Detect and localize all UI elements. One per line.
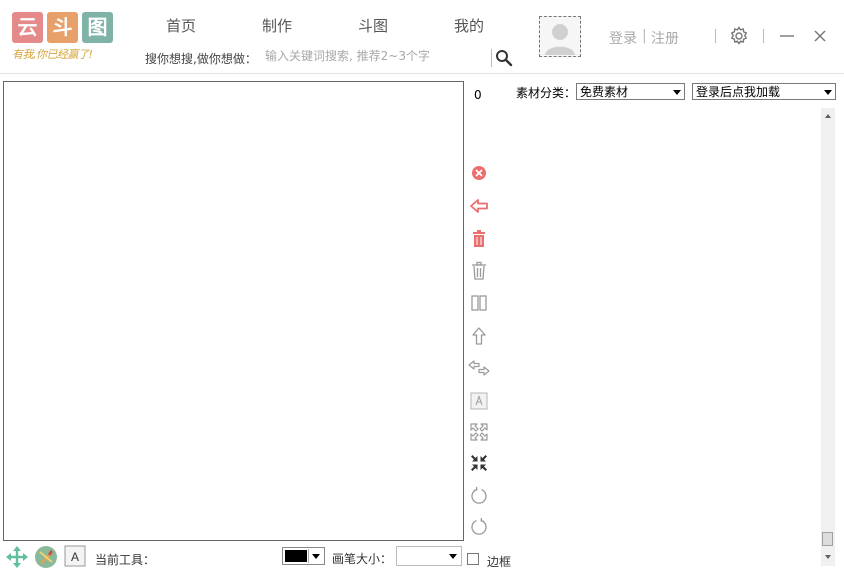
split-button[interactable] bbox=[468, 292, 490, 314]
close-button[interactable] bbox=[812, 28, 828, 44]
delete-selected-button[interactable] bbox=[468, 162, 490, 184]
user-avatar-icon bbox=[545, 24, 575, 55]
text-tool-icon: A bbox=[64, 545, 86, 567]
search-divider bbox=[491, 49, 492, 67]
border-label: 边框 bbox=[487, 555, 512, 569]
nav-doutu[interactable]: 斗图 bbox=[358, 15, 388, 36]
nav-make[interactable]: 制作 bbox=[262, 15, 292, 36]
undo-arrow-icon bbox=[470, 199, 488, 213]
category-select[interactable]: 免费素材 bbox=[576, 83, 685, 100]
logo-char-dou: 斗 bbox=[47, 12, 78, 43]
login-link[interactable]: 登录 bbox=[609, 28, 637, 48]
nav-home[interactable]: 首页 bbox=[166, 15, 196, 36]
auth-separator: | bbox=[642, 28, 647, 44]
compress-button[interactable] bbox=[468, 452, 490, 474]
expand-button[interactable] bbox=[468, 421, 490, 443]
scroll-down-icon[interactable] bbox=[825, 555, 831, 559]
brush-color-picker[interactable] bbox=[282, 547, 325, 565]
chevron-down-icon bbox=[824, 90, 832, 95]
rotate-clockwise-icon bbox=[471, 486, 487, 504]
trash-icon bbox=[472, 261, 486, 280]
compress-icon bbox=[471, 455, 487, 471]
brush-size-label: 画笔大小： bbox=[332, 552, 393, 566]
app-logo: 云 斗 图 有我,你已经赢了! bbox=[12, 12, 114, 64]
delete-circle-icon bbox=[472, 166, 486, 180]
category-label: 素材分类： bbox=[516, 86, 577, 100]
header-divider-2 bbox=[763, 29, 764, 43]
clear-canvas-button[interactable] bbox=[468, 228, 490, 250]
move-up-button[interactable] bbox=[468, 325, 490, 347]
scroll-up-icon[interactable] bbox=[825, 114, 831, 118]
drawing-canvas[interactable] bbox=[3, 81, 464, 541]
move-up-icon bbox=[472, 327, 486, 345]
category-select-value: 免费素材 bbox=[580, 85, 629, 99]
chevron-down-icon bbox=[449, 554, 457, 559]
current-tool-label: 当前工具： bbox=[95, 553, 156, 567]
gear-icon bbox=[730, 26, 748, 45]
add-text-button[interactable] bbox=[468, 390, 490, 412]
minimize-button[interactable] bbox=[778, 28, 796, 44]
logo-char-yun: 云 bbox=[12, 12, 43, 43]
logo-slogan: 有我,你已经赢了! bbox=[12, 48, 93, 61]
color-swatch bbox=[285, 550, 307, 562]
flip-button[interactable] bbox=[468, 357, 490, 379]
header-divider bbox=[715, 29, 716, 43]
close-icon bbox=[814, 30, 826, 42]
brush-size-select[interactable] bbox=[396, 546, 462, 566]
border-checkbox[interactable] bbox=[467, 553, 479, 565]
layer-counter: 0 bbox=[474, 88, 482, 102]
chevron-down-icon bbox=[312, 554, 320, 559]
material-scrollbar[interactable] bbox=[821, 108, 835, 566]
search-input[interactable] bbox=[262, 46, 490, 66]
search-label: 搜你想搜,做你想做： bbox=[145, 52, 257, 66]
rotate-right-button[interactable] bbox=[468, 485, 490, 507]
minimize-icon bbox=[780, 35, 794, 37]
trash-red-icon bbox=[473, 230, 485, 247]
delete-button[interactable] bbox=[468, 260, 490, 282]
settings-button[interactable] bbox=[729, 26, 749, 50]
brush-tool-icon bbox=[35, 546, 57, 568]
load-materials-select[interactable]: 登录后点我加载 bbox=[692, 83, 836, 100]
flip-horizontal-icon bbox=[468, 360, 490, 376]
move-tool-button[interactable] bbox=[5, 545, 29, 569]
text-a-icon bbox=[470, 392, 488, 410]
search-icon bbox=[496, 50, 513, 67]
header-divider-line bbox=[0, 73, 844, 74]
load-materials-value: 登录后点我加载 bbox=[696, 85, 781, 99]
rotate-counterclockwise-icon bbox=[471, 517, 487, 535]
avatar[interactable] bbox=[539, 16, 581, 57]
split-columns-icon bbox=[471, 295, 487, 311]
brush-tool-button[interactable] bbox=[34, 545, 58, 569]
register-link[interactable]: 注册 bbox=[651, 28, 679, 48]
expand-icon bbox=[470, 423, 488, 441]
nav-mine[interactable]: 我的 bbox=[454, 15, 484, 36]
color-dropdown-button[interactable] bbox=[308, 549, 323, 563]
undo-button[interactable] bbox=[468, 195, 490, 217]
move-tool-icon bbox=[6, 546, 28, 568]
text-tool-glyph: A bbox=[71, 550, 79, 564]
logo-char-tu: 图 bbox=[82, 12, 113, 43]
text-tool-button[interactable]: A bbox=[64, 545, 86, 567]
search-button[interactable] bbox=[495, 49, 513, 67]
scroll-thumb[interactable] bbox=[822, 532, 833, 546]
rotate-left-button[interactable] bbox=[468, 516, 490, 538]
chevron-down-icon bbox=[673, 90, 681, 95]
